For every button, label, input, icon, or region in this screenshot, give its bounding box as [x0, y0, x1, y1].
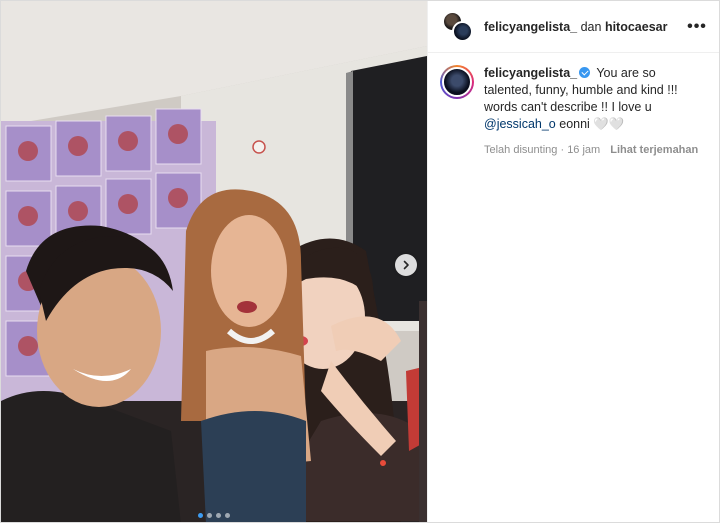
meta-separator: · [560, 144, 565, 156]
photo-illustration [1, 1, 427, 522]
caption-mention-link[interactable]: @jessicah_o [484, 117, 556, 131]
caption-text-end: eonni 🤍🤍 [555, 117, 625, 131]
author-username[interactable]: felicyangelista_ [484, 20, 577, 34]
edited-time: Telah disunting · 16 jam [484, 142, 600, 159]
more-options-button[interactable]: ••• [685, 15, 709, 39]
see-translation-button[interactable]: Lihat terjemahan [610, 142, 698, 159]
collab-avatars[interactable] [442, 10, 474, 43]
caption-body: felicyangelista_ You are so talented, fu… [484, 65, 707, 159]
post-header: felicyangelista_ dan hitocaesar ••• [428, 1, 719, 53]
post-time: 16 jam [567, 144, 601, 156]
collab-username[interactable]: hitocaesar [605, 20, 668, 34]
edited-label: Telah disunting [484, 144, 558, 156]
chevron-right-icon [403, 260, 409, 270]
avatar [452, 20, 473, 42]
verified-badge-icon [579, 67, 591, 78]
carousel-dot [225, 513, 230, 518]
instagram-post: felicyangelista_ dan hitocaesar ••• feli… [0, 0, 720, 523]
post-side-panel: felicyangelista_ dan hitocaesar ••• feli… [427, 1, 719, 522]
carousel-dot [198, 513, 203, 518]
caption-avatar[interactable] [440, 65, 474, 99]
post-authors: felicyangelista_ dan hitocaesar [484, 20, 685, 34]
caption: felicyangelista_ You are so talented, fu… [428, 53, 719, 159]
post-photo[interactable] [1, 1, 427, 522]
more-horizontal-icon: ••• [687, 17, 707, 35]
avatar [442, 67, 472, 97]
caption-username[interactable]: felicyangelista_ [484, 66, 577, 80]
carousel-next-button[interactable] [395, 254, 417, 276]
carousel-dot [216, 513, 221, 518]
authors-joiner: dan [580, 19, 602, 34]
carousel-dot [207, 513, 212, 518]
caption-meta: Telah disunting · 16 jam Lihat terjemaha… [484, 142, 707, 159]
carousel-indicator [1, 513, 427, 518]
